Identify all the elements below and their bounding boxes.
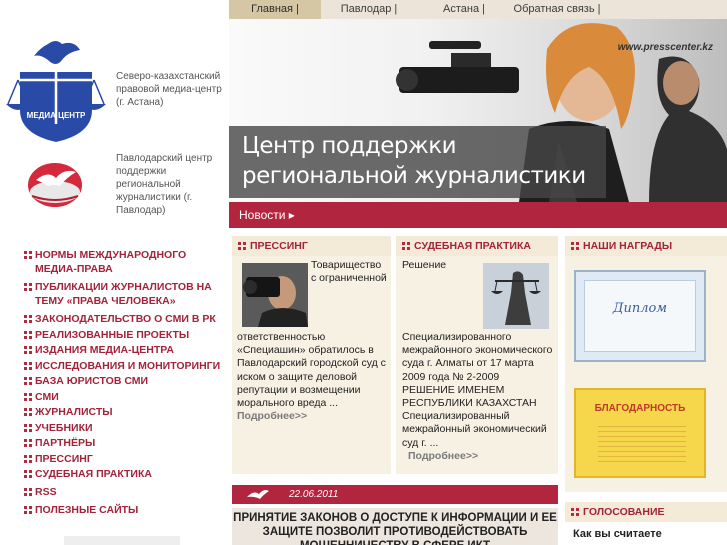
left-menu: НОРМЫ МЕЖДУНАРОДНОГО МЕДИА-ПРАВА ПУБЛИКА… — [24, 248, 224, 519]
square-bullet-icon — [24, 251, 32, 259]
court-practice-article: Решение Специализированного межрайонного… — [396, 256, 558, 474]
square-bullet-icon — [571, 242, 579, 251]
page: Главная | Павлодар | Астана | Обратная с… — [0, 0, 727, 545]
menu-item-intl-media-law[interactable]: НОРМЫ МЕЖДУНАРОДНОГО МЕДИА-ПРАВА — [24, 248, 224, 276]
square-bullet-icon — [24, 506, 32, 514]
site-url: www.presscenter.kz — [617, 42, 713, 53]
square-bullet-icon — [24, 423, 32, 432]
menu-item-court-practice[interactable]: СУДЕБНАЯ ПРАКТИКА — [24, 467, 224, 481]
square-bullet-icon — [571, 508, 579, 517]
dove-icon — [247, 490, 269, 499]
slogan-line-1: Центр поддержки — [242, 133, 457, 159]
square-bullet-icon — [24, 283, 32, 291]
square-bullet-icon — [24, 454, 32, 463]
court-more-row: Подробнее>> — [402, 450, 554, 463]
awards-title[interactable]: НАШИ НАГРАДЫ — [583, 240, 672, 252]
menu-item-lawyers-base[interactable]: БАЗА ЮРИСТОВ СМИ — [24, 374, 224, 388]
nav-astana[interactable]: Астана | — [427, 0, 501, 19]
court-more-link[interactable]: Подробнее>> — [408, 450, 478, 462]
awards-header[interactable]: НАШИ НАГРАДЫ — [565, 236, 727, 256]
gratitude-label: БЛАГОДАРНОСТЬ — [594, 403, 686, 414]
pavlodar-center-description: Павлодарский центр поддержки регионально… — [116, 153, 213, 216]
menu-item-journalists[interactable]: ЖУРНАЛИСТЫ — [24, 405, 224, 419]
voting-header[interactable]: ГОЛОСОВАНИЕ — [565, 502, 727, 522]
awards-panel: Диплом БЛАГОДАРНОСТЬ — [565, 256, 727, 492]
square-bullet-icon — [402, 242, 410, 251]
square-bullet-icon — [24, 330, 32, 339]
pressing-article: Товарищество с ограниченной ответственно… — [232, 256, 391, 474]
news-bar[interactable]: Новости ▸ — [229, 202, 727, 228]
themis-statue-photo[interactable] — [483, 263, 549, 329]
gratitude-image[interactable]: БЛАГОДАРНОСТЬ — [574, 388, 706, 478]
menu-item-projects[interactable]: РЕАЛИЗОВАННЫЕ ПРОЕКТЫ — [24, 328, 224, 342]
menu-item-editions[interactable]: ИЗДАНИЯ МЕДИА-ЦЕНТРА — [24, 343, 224, 357]
square-bullet-icon — [24, 377, 32, 385]
square-bullet-icon — [24, 392, 32, 401]
square-bullet-icon — [24, 470, 32, 478]
news-bar-label[interactable]: Новости ▸ — [239, 208, 295, 222]
astana-center-description: Северо-казахстанский правовой медиа-цент… — [116, 71, 222, 108]
cameraman-photo[interactable] — [242, 263, 308, 327]
square-bullet-icon — [24, 439, 32, 447]
menu-item-legislation[interactable]: ЗАКОНОДАТЕЛЬСТВО О СМИ В РК — [24, 312, 224, 326]
slogan-line-2: региональной журналистики — [242, 163, 586, 189]
menu-item-research[interactable]: ИССЛЕДОВАНИЯ И МОНИТОРИНГИ — [24, 359, 224, 373]
diploma-inner — [584, 280, 696, 352]
menu-item-rss[interactable]: RSS — [24, 485, 224, 499]
square-bullet-icon — [24, 361, 32, 370]
nav-feedback[interactable]: Обратная связь | — [507, 0, 607, 19]
media-center-logo[interactable]: МЕДИА ЦЕНТР — [4, 38, 108, 144]
pressing-lead: Товарищество с ограниченной — [311, 259, 387, 285]
header-banner: www.presscenter.kz Центр поддержки регио… — [229, 19, 727, 202]
square-bullet-icon — [24, 315, 32, 323]
square-bullet-icon — [24, 488, 32, 496]
court-lead: Решение — [402, 259, 447, 271]
menu-item-useful-sites[interactable]: ПОЛЕЗНЫЕ САЙТЫ — [24, 503, 224, 517]
square-bullet-icon — [24, 346, 32, 354]
diploma-image[interactable]: Диплом — [574, 270, 706, 362]
top-navigation: Главная | Павлодар | Астана | Обратная с… — [229, 0, 727, 19]
banner-slogan: Центр поддержки региональной журналистик… — [229, 126, 606, 198]
bottom-left-block — [64, 536, 180, 545]
voting-title[interactable]: ГОЛОСОВАНИЕ — [583, 506, 665, 518]
court-text: Специализированного межрайонного экономи… — [402, 331, 553, 449]
nav-pavlodar[interactable]: Павлодар | — [327, 0, 411, 19]
news-date: 22.06.2011 — [289, 489, 339, 500]
gratitude-text-lines — [598, 422, 686, 462]
court-practice-title[interactable]: СУДЕБНАЯ ПРАКТИКА — [414, 240, 531, 252]
pavlodar-center-logo[interactable] — [26, 158, 84, 208]
nav-home[interactable]: Главная | — [229, 0, 321, 19]
pressing-title[interactable]: ПРЕССИНГ — [250, 240, 308, 252]
news-headline[interactable]: ПРИНЯТИЕ ЗАКОНОВ О ДОСТУПЕ К ИНФОРМАЦИИ … — [232, 508, 558, 545]
court-practice-header[interactable]: СУДЕБНАЯ ПРАКТИКА — [396, 236, 558, 256]
voting-question: Как вы считаете — [565, 524, 727, 545]
square-bullet-icon — [24, 408, 32, 416]
square-bullet-icon — [238, 242, 246, 251]
pressing-text: ответственностью «Специашин» обратилось … — [237, 331, 386, 423]
menu-item-publications[interactable]: ПУБЛИКАЦИИ ЖУРНАЛИСТОВ НА ТЕМУ «ПРАВА ЧЕ… — [24, 280, 224, 308]
pressing-header[interactable]: ПРЕССИНГ — [232, 236, 391, 256]
menu-item-pressing[interactable]: ПРЕССИНГ — [24, 452, 224, 466]
menu-item-partners[interactable]: ПАРТНЁРЫ — [24, 436, 224, 450]
menu-item-textbooks[interactable]: УЧЕБНИКИ — [24, 421, 224, 435]
diploma-label: Диплом — [612, 301, 668, 316]
news-date-bar: 22.06.2011 — [232, 485, 558, 504]
svg-text:МЕДИА ЦЕНТР: МЕДИА ЦЕНТР — [27, 111, 86, 120]
pressing-more-link[interactable]: Подробнее>> — [237, 410, 307, 422]
menu-item-media[interactable]: СМИ — [24, 390, 224, 404]
top-left-blank — [0, 0, 229, 19]
